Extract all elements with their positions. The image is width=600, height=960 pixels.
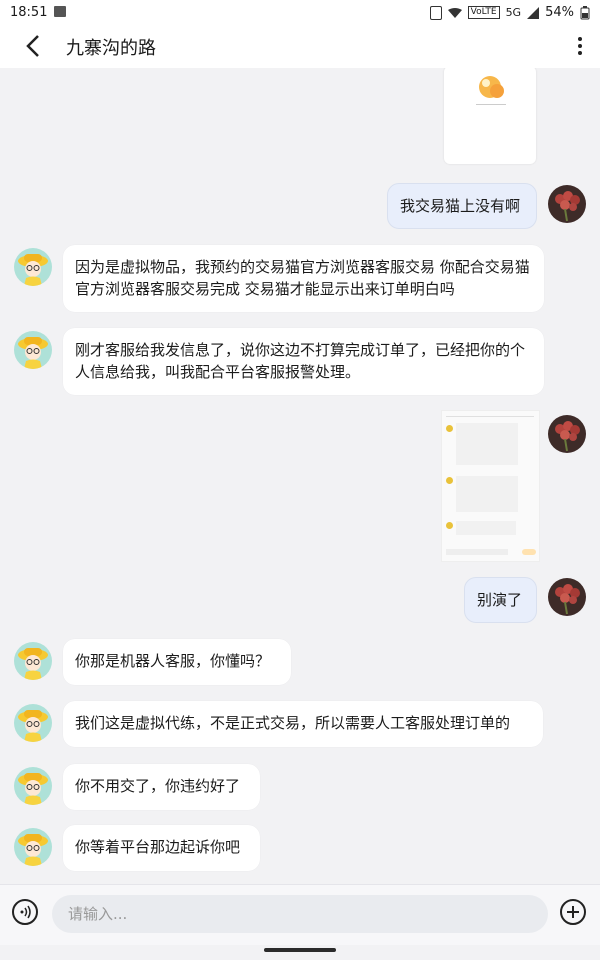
rose-avatar-image [555,421,580,452]
bot-avatar[interactable] [14,331,52,369]
app-bar: 九寨沟的路 [0,26,600,68]
battery-percentage: 54% [545,5,574,20]
voice-input-icon [20,905,31,919]
message-text: 你等着平台那边起诉你吧 [75,838,241,856]
user-avatar[interactable] [548,415,586,453]
user-avatar[interactable] [548,185,586,223]
girl-with-hat-avatar-image [18,710,48,742]
bot-avatar[interactable] [14,248,52,286]
message-bubble-left[interactable]: 刚才客服给我发信息了，说你这边不打算完成订单了，已经把你的个人信息给我，叫我配合… [63,328,544,395]
wifi-icon [447,7,462,18]
home-indicator[interactable] [264,948,336,952]
message-bubble-left[interactable]: 因为是虚拟物品，我预约的交易猫官方浏览器客服交易 你配合交易猫官方浏览器客服交易… [63,245,544,312]
plus-circle-icon [567,906,579,918]
girl-with-hat-avatar-image [18,337,48,369]
bot-avatar[interactable] [14,704,52,742]
message-bubble-left[interactable]: 你那是机器人客服，你懂吗？ [63,639,291,685]
chevron-left-icon [26,35,39,57]
message-input-placeholder: 请输入... [68,905,128,923]
add-attachment-button[interactable] [560,899,586,925]
status-time: 18:51 [10,5,48,20]
message-input[interactable]: 请输入... [52,895,548,933]
status-icons: VoLTE 5G 54% [429,5,590,20]
message-bubble-left[interactable]: 你等着平台那边起诉你吧 [63,825,260,871]
gallery-notification-icon [54,6,66,17]
bot-avatar[interactable] [14,767,52,805]
image-message[interactable] [444,68,536,164]
screenshot-image-message[interactable] [441,410,540,562]
message-text: 我们这是虚拟代练，不是正式交易，所以需要人工客服处理订单的 [75,714,511,732]
girl-with-hat-avatar-image [18,773,48,805]
volte-badge: VoLTE [467,6,500,19]
message-text: 你不用交了，你违约好了 [75,777,241,795]
message-text: 你那是机器人客服，你懂吗？ [75,652,271,670]
message-bubble-right[interactable]: 别演了 [464,577,537,623]
user-avatar[interactable] [548,578,586,616]
girl-with-hat-avatar-image [18,254,48,286]
orange-fruit-image [479,76,504,98]
message-text: 别演了 [477,591,523,609]
bot-avatar[interactable] [14,642,52,680]
message-text: 刚才客服给我发信息了，说你这边不打算完成订单了，已经把你的个人信息给我，叫我配合… [75,341,526,381]
rose-avatar-image [555,584,580,615]
battery-icon [580,5,590,19]
back-button[interactable] [18,32,46,60]
message-bubble-left[interactable]: 我们这是虚拟代练，不是正式交易，所以需要人工客服处理订单的 [63,701,543,747]
rose-avatar-image [555,191,580,222]
vibrate-icon [429,5,442,20]
message-text: 我交易猫上没有啊 [400,197,521,215]
input-bar: 请输入... [0,884,600,945]
girl-with-hat-avatar-image [18,834,48,866]
more-options-button[interactable] [576,36,584,56]
girl-with-hat-avatar-image [18,648,48,680]
bot-avatar[interactable] [14,828,52,866]
signal-icon [527,6,540,19]
message-text: 因为是虚拟物品，我预约的交易猫官方浏览器客服交易 你配合交易猫官方浏览器客服交易… [75,258,530,298]
message-bubble-left[interactable]: 你不用交了，你违约好了 [63,764,260,810]
message-bubble-right[interactable]: 我交易猫上没有啊 [387,183,537,229]
chat-area[interactable]: 我交易猫上没有啊 因为是虚拟物品，我预约的交易猫官方浏览器客服交易 你配合交易猫… [0,68,600,884]
status-bar: 18:51 VoLTE 5G 54% [0,0,600,26]
page-title: 九寨沟的路 [66,38,156,59]
voice-input-button[interactable] [12,899,38,925]
network-type: 5G [505,6,522,19]
